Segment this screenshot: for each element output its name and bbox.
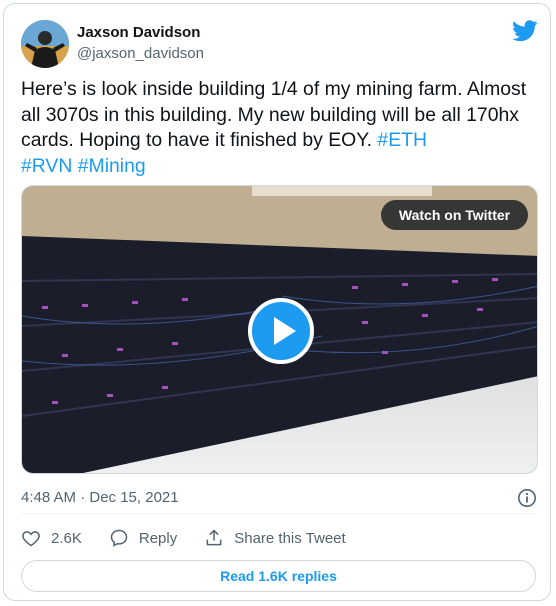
tweet-timestamp[interactable]: 4:48 AM · Dec 15, 2021 [21, 489, 179, 506]
tweet-actions: 2.6K Reply Share this Tweet [21, 526, 373, 550]
share-label: Share this Tweet [234, 529, 346, 547]
share-icon [206, 529, 222, 546]
tweet-card: Jaxson Davidson @jaxson_davidson Here’s … [3, 3, 551, 601]
video-media[interactable]: Watch on Twitter [21, 185, 538, 474]
author-name[interactable]: Jaxson Davidson [77, 24, 200, 41]
share-action[interactable]: Share this Tweet [204, 528, 346, 548]
like-count: 2.6K [51, 529, 82, 547]
hashtag-eth[interactable]: #ETH [377, 129, 427, 151]
info-icon[interactable] [517, 488, 537, 508]
heart-icon [22, 531, 40, 547]
hashtag-rvn[interactable]: #RVN [21, 155, 72, 177]
like-action[interactable]: 2.6K [21, 528, 82, 548]
watch-on-twitter-button[interactable]: Watch on Twitter [381, 200, 528, 230]
avatar-icon [21, 20, 69, 68]
tweet-body: Here’s is look inside building 1/4 of my… [21, 78, 527, 151]
play-icon [274, 317, 296, 345]
hashtag-mining[interactable]: #Mining [78, 155, 146, 177]
author-avatar[interactable] [21, 20, 69, 68]
play-button[interactable] [248, 298, 314, 364]
author-handle[interactable]: @jaxson_davidson [77, 45, 204, 62]
read-replies-button[interactable]: Read 1.6K replies [21, 560, 536, 592]
twitter-bird-icon[interactable] [512, 20, 538, 42]
reply-label: Reply [138, 529, 178, 547]
reply-action[interactable]: Reply [109, 528, 177, 548]
reply-icon [110, 529, 128, 547]
divider [21, 513, 536, 514]
tweet-text: Here’s is look inside building 1/4 of my… [21, 77, 536, 179]
